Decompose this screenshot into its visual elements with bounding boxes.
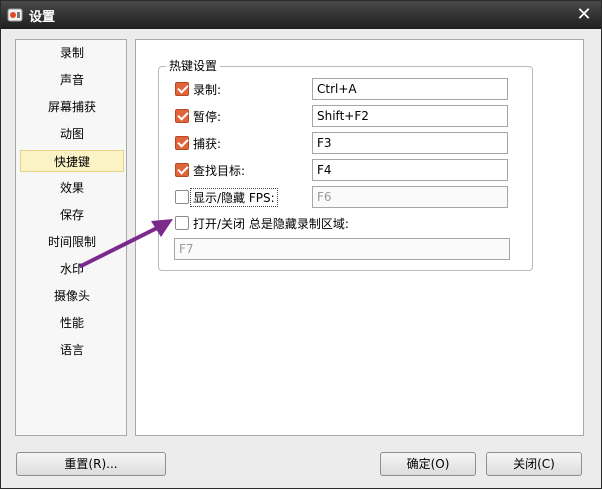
hotkeys-panel: 热键设置 录制: 暂停: 捕获: 查找目标: 显示/隐藏 FPS: 打开/关闭 …	[135, 39, 584, 436]
sidebar-item-language[interactable]: 语言	[20, 339, 124, 361]
pause-hotkey-label: 暂停:	[193, 110, 222, 124]
sidebar-item-screen-capture[interactable]: 屏幕捕获	[20, 96, 124, 118]
record-hotkey-checkbox[interactable]	[175, 82, 189, 96]
ok-button[interactable]: 确定(O)	[380, 452, 476, 476]
reset-button[interactable]: 重置(R)...	[16, 452, 166, 476]
app-icon	[7, 8, 23, 22]
find-target-hotkey-label: 查找目标:	[193, 164, 246, 178]
sidebar-item-save[interactable]: 保存	[20, 204, 124, 226]
record-hotkey-label: 录制:	[193, 83, 222, 97]
find-target-hotkey-checkbox[interactable]	[175, 163, 189, 177]
hide-area-hotkey-checkbox[interactable]	[175, 216, 189, 230]
settings-window: 设置 ✕ 录制 声音 屏幕捕获 动图 快捷键 效果 保存 时间限制 水印 摄像头…	[0, 0, 602, 489]
capture-hotkey-checkbox[interactable]	[175, 136, 189, 150]
sidebar-item-performance[interactable]: 性能	[20, 312, 124, 334]
sidebar-item-animation[interactable]: 动图	[20, 123, 124, 145]
window-title: 设置	[29, 10, 56, 25]
sidebar-item-effects[interactable]: 效果	[20, 177, 124, 199]
fps-hotkey-checkbox[interactable]	[175, 190, 189, 204]
hide-area-hotkey-label: 打开/关闭 总是隐藏录制区域:	[193, 217, 349, 231]
fps-hotkey-input[interactable]	[312, 186, 508, 208]
hide-area-hotkey-input[interactable]	[174, 238, 510, 260]
capture-hotkey-input[interactable]	[312, 132, 508, 154]
record-hotkey-input[interactable]	[312, 78, 508, 100]
sidebar-item-watermark[interactable]: 水印	[20, 258, 124, 280]
sidebar-item-record[interactable]: 录制	[20, 42, 124, 64]
find-target-hotkey-input[interactable]	[312, 159, 508, 181]
pause-hotkey-input[interactable]	[312, 105, 508, 127]
pause-hotkey-checkbox[interactable]	[175, 109, 189, 123]
settings-sidebar: 录制 声音 屏幕捕获 动图 快捷键 效果 保存 时间限制 水印 摄像头 性能 语…	[15, 39, 127, 436]
close-icon[interactable]: ✕	[573, 4, 595, 26]
sidebar-item-hotkeys[interactable]: 快捷键	[20, 150, 124, 172]
fps-hotkey-label: 显示/隐藏 FPS:	[190, 188, 278, 207]
close-button[interactable]: 关闭(C)	[486, 452, 582, 476]
sidebar-item-time-limit[interactable]: 时间限制	[20, 231, 124, 253]
sidebar-item-camera[interactable]: 摄像头	[20, 285, 124, 307]
sidebar-item-sound[interactable]: 声音	[20, 69, 124, 91]
title-bar[interactable]: 设置 ✕	[1, 1, 601, 29]
hotkeys-group-title: 热键设置	[166, 57, 221, 74]
capture-hotkey-label: 捕获:	[193, 137, 222, 151]
